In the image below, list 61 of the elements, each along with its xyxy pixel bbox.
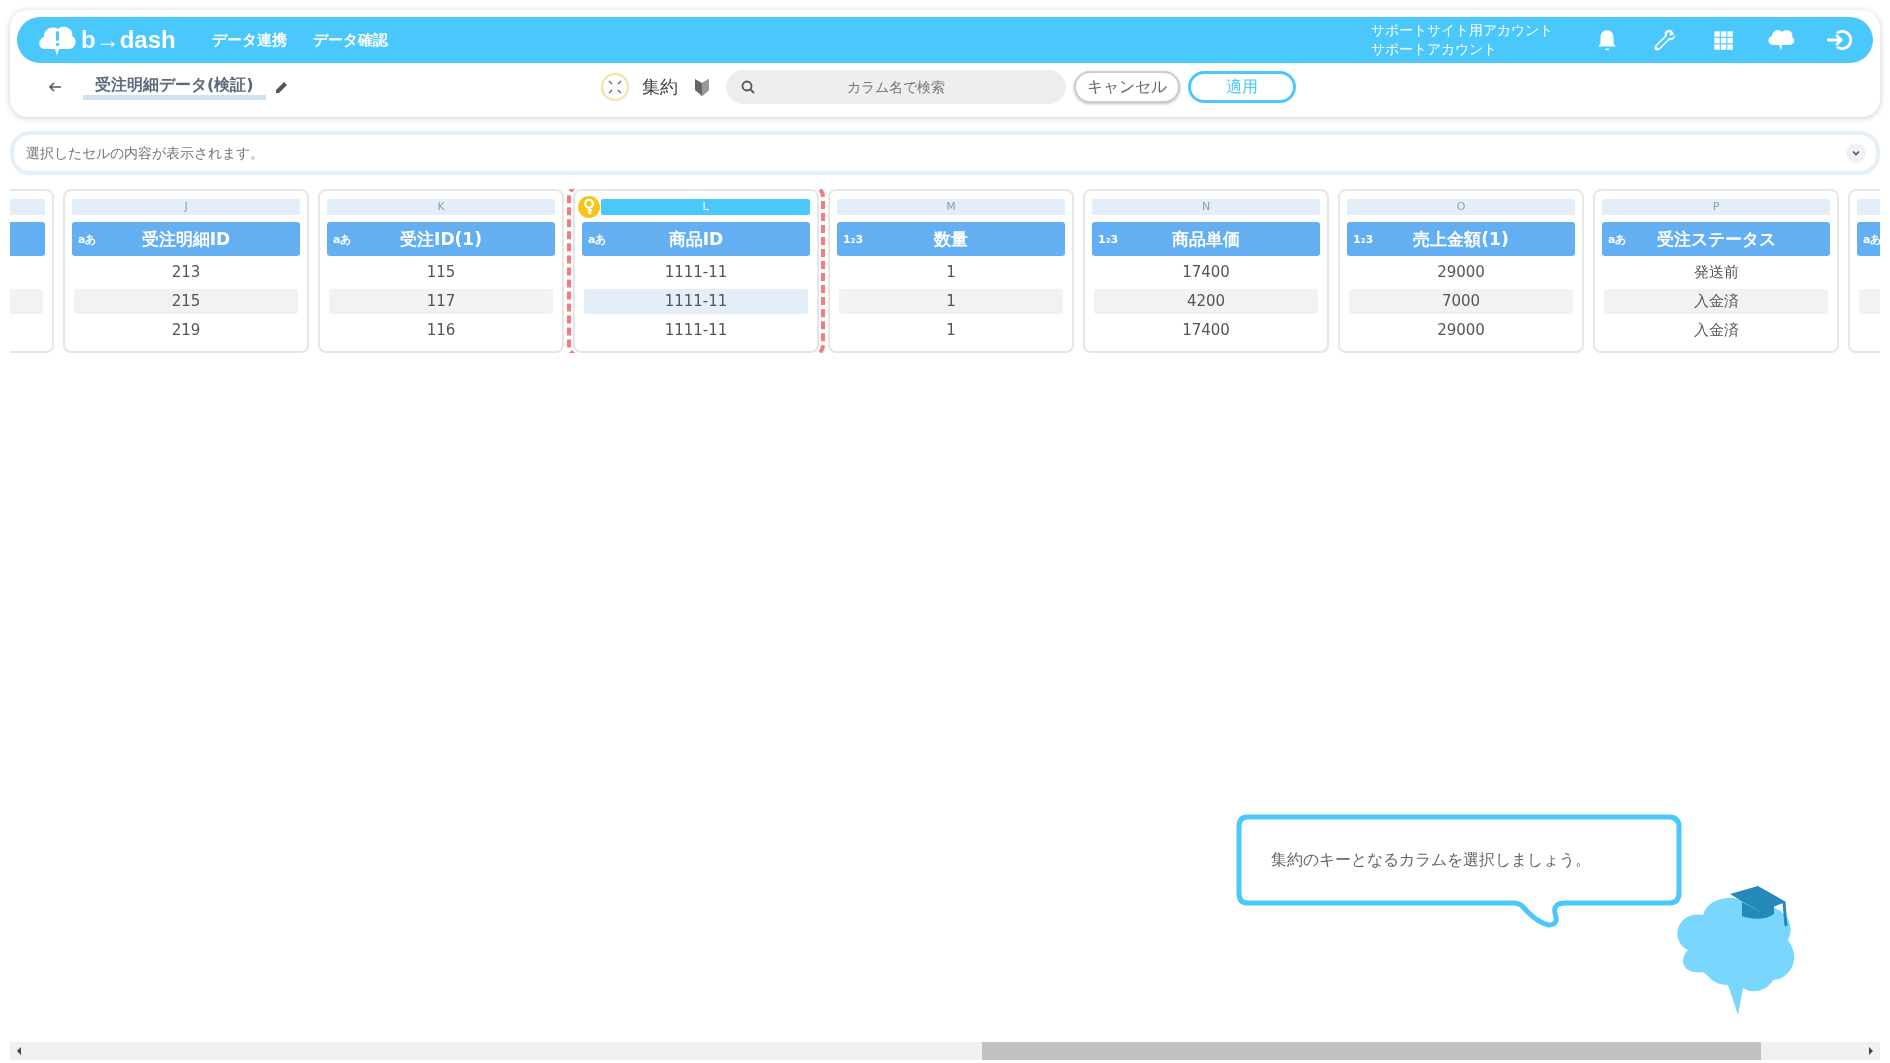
key-icon — [578, 196, 600, 218]
column-letter: M — [946, 200, 956, 213]
table-cell[interactable]: 1 — [839, 260, 1063, 285]
type-label: aあ — [1863, 231, 1880, 247]
column-letter: O — [1456, 200, 1466, 213]
table-cell[interactable]: 116 — [329, 318, 553, 343]
table-cell[interactable]: 117 — [329, 289, 553, 314]
table-cell[interactable]: 213 — [74, 260, 298, 285]
logo-text: b→dash — [81, 26, 176, 54]
table-cell[interactable]: 1111-11 — [584, 260, 808, 285]
beginner-mark-icon[interactable] — [693, 77, 710, 97]
table-cell[interactable]: 215 — [74, 289, 298, 314]
data-title: 受注明細データ(検証) — [83, 74, 266, 100]
table-cell[interactable]: 1111-11 — [584, 289, 808, 314]
column-name: 受注明細ID — [140, 227, 232, 251]
search-field[interactable]: カラム名で検索 — [725, 70, 1066, 104]
column-name: 数量 — [933, 227, 969, 251]
edit-pencil-icon[interactable] — [273, 79, 290, 95]
type-label: 1₂3 — [1353, 232, 1374, 246]
account-name: サポートアカウント — [1371, 40, 1498, 59]
table-cell[interactable]: 219 — [74, 318, 298, 343]
type-label: aあ — [78, 231, 97, 247]
table-cell[interactable]: 1111-11 — [584, 318, 808, 343]
tooltip-text: 集約のキーとなるカラムを選択しましょう。 — [1271, 850, 1591, 871]
logout-icon[interactable] — [1825, 27, 1853, 53]
table-cell[interactable]: 29000 — [1349, 260, 1573, 285]
mode-label: 集約 — [641, 75, 678, 99]
type-label: aあ — [588, 231, 607, 247]
type-label: 1₂3 — [1098, 232, 1119, 246]
column-letter: N — [1201, 200, 1211, 213]
column-name: 商品単価 — [1171, 227, 1241, 251]
column-name: 受注ID(1) — [399, 227, 483, 251]
type-label: aあ — [1608, 231, 1627, 247]
table-cell[interactable]: 115 — [329, 260, 553, 285]
column-letter: L — [702, 200, 709, 213]
table-cell[interactable]: 入金済 — [1604, 289, 1828, 314]
scrollbar-thumb[interactable] — [981, 1042, 1762, 1060]
table-cell[interactable]: 入金済 — [1604, 318, 1828, 343]
cloud-icon[interactable] — [1767, 27, 1795, 53]
search-icon — [739, 79, 756, 95]
table-cell[interactable]: 発送前 — [1604, 260, 1828, 285]
account-name: サポートサイト用アカウント — [1371, 21, 1553, 40]
column-letter: J — [184, 200, 188, 213]
cancel-button[interactable]: キャンセル — [1073, 71, 1180, 103]
table-cell[interactable]: 29000 — [1349, 318, 1573, 343]
table-cell[interactable]: 17400 — [1094, 260, 1318, 285]
column-name: 受注ステータス — [1655, 227, 1777, 251]
table-cell[interactable]: 1 — [839, 289, 1063, 314]
column-letter: K — [437, 200, 445, 213]
table-cell[interactable]: 4200 — [1094, 289, 1318, 314]
type-label: 1₂3 — [843, 232, 864, 246]
table-cell[interactable]: 17400 — [1094, 318, 1318, 343]
column-letter: P — [1712, 200, 1720, 213]
collapse-icon[interactable] — [599, 72, 630, 102]
table-cell[interactable]: 1 — [839, 318, 1063, 343]
column-name: 商品ID — [667, 227, 725, 251]
type-label: aあ — [333, 231, 352, 247]
cell-content-field[interactable]: 選択したセルの内容が表示されます。 — [10, 131, 1880, 175]
horizontal-scrollbar[interactable] — [10, 1042, 1880, 1060]
table-cell[interactable]: 7000 — [1349, 289, 1573, 314]
column-name: 売上金額(1) — [1412, 227, 1510, 251]
